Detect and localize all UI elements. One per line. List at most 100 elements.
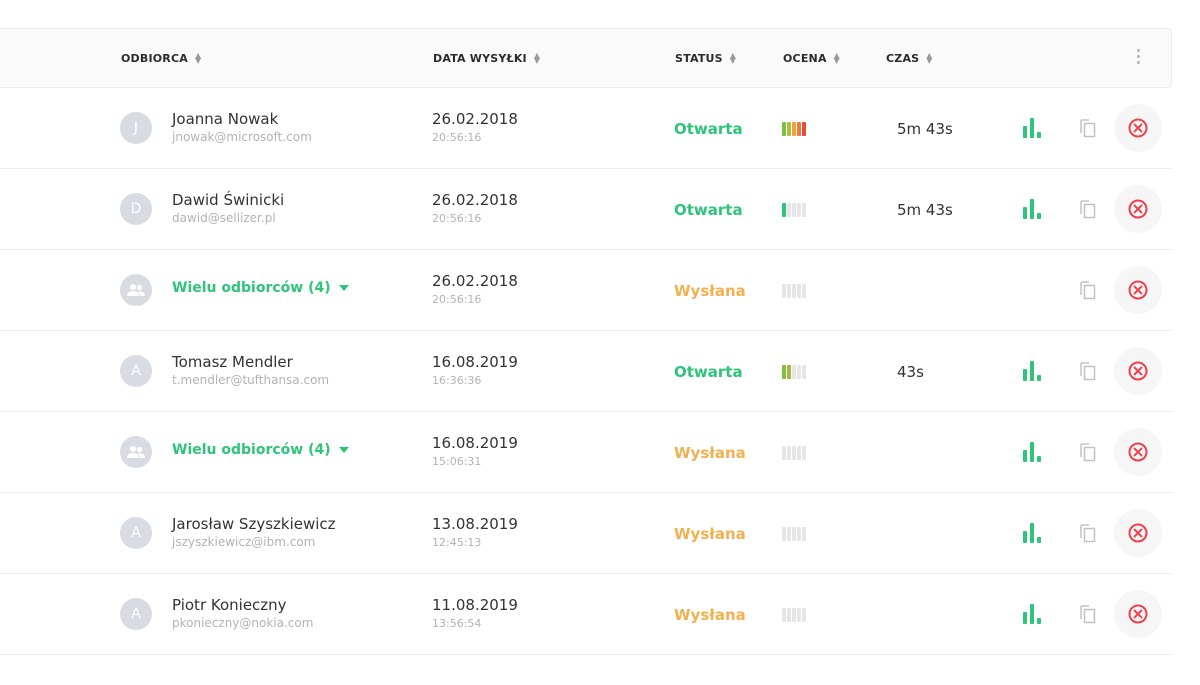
sender-cell: dzka zer.pl [0,515,70,548]
rating-bars [782,608,806,622]
table-row-partial [0,655,1172,685]
sender-email: zer.pl [0,291,70,305]
multiple-recipients-dropdown[interactable]: Wielu odbiorców (4) [172,280,349,296]
chevron-down-icon [338,285,349,291]
send-time: 12:45:13 [432,536,482,549]
rating-bar [792,122,796,136]
rating-bar [787,284,791,298]
table-row[interactable]: nicki zer.pl D Dawid Świnicki dawid@sell… [0,169,1172,250]
send-time: 20:56:16 [432,131,482,144]
bar-chart-icon[interactable] [1023,523,1047,543]
bar-chart-icon[interactable] [1023,442,1047,462]
close-circle-icon [1128,199,1148,219]
column-header-label: STATUS [675,51,723,65]
rating-bar [782,203,786,217]
multiple-recipients-dropdown[interactable]: Wielu odbiorców (4) [172,442,349,458]
avatar: J [120,112,152,144]
delete-button[interactable] [1114,104,1162,152]
table-row[interactable]: nicki zer.pl J Joanna Nowak jnowak@micro… [0,88,1172,169]
recipient-name: Jarosław Szyszkiewicz [172,515,336,533]
group-avatar [120,274,152,306]
send-date-cell: 16.08.2019 16:36:36 [432,353,518,387]
rating-bar [802,608,806,622]
send-time: 20:56:16 [432,212,482,225]
rating-bar [787,203,791,217]
copy-icon[interactable] [1077,522,1099,544]
sender-cell: nicki zer.pl [0,434,70,467]
recipient-name: Piotr Konieczny [172,596,287,614]
delete-button[interactable] [1114,590,1162,638]
send-date-cell: 11.08.2019 13:56:54 [432,596,518,630]
copy-icon[interactable] [1077,279,1099,301]
delete-button[interactable] [1114,266,1162,314]
bar-chart-icon[interactable] [1023,604,1047,624]
avatar: D [120,193,152,225]
recipient-email: jnowak@microsoft.com [172,130,312,144]
send-date-cell: 26.02.2018 20:56:16 [432,110,518,144]
send-date-cell: 26.02.2018 20:56:16 [432,191,518,225]
duration: 5m 43s [897,201,953,219]
column-header-status[interactable]: STATUS ▲ ▼ [675,29,736,87]
send-date: 13.08.2019 [432,515,518,533]
sender-cell: nicki zer.pl [0,110,70,143]
column-header-send-date[interactable]: DATA WYSYŁKI ▲ ▼ [433,29,540,87]
rating-bar [802,122,806,136]
send-date: 11.08.2019 [432,596,518,614]
column-header-time[interactable]: CZAS ▲ ▼ [886,29,933,87]
rating-bar [802,203,806,217]
recipient-name: Joanna Nowak [172,110,279,128]
recipient-email: jszyszkiewicz@ibm.com [172,535,316,549]
rating-bar [782,446,786,460]
bar-chart-icon[interactable] [1023,118,1047,138]
table-row[interactable]: dzka zer.pl A Jarosław Szyszkiewicz jszy… [0,493,1172,574]
multiple-recipients-label: Wielu odbiorców (4) [172,280,331,296]
rating-bars [782,527,806,541]
copy-icon[interactable] [1077,117,1099,139]
table-row[interactable]: dzka zer.pl Wielu odbiorców (4) 26.02.20… [0,250,1172,331]
table-row[interactable]: nicki zer.pl A Tomasz Mendler t.mendler@… [0,331,1172,412]
vertical-dots-icon[interactable] [1137,49,1141,64]
sort-icon: ▲ ▼ [833,51,841,65]
delete-button[interactable] [1114,428,1162,476]
copy-icon[interactable] [1077,198,1099,220]
rating-bars [782,284,806,298]
column-header-rating[interactable]: OCENA ▲ ▼ [783,29,840,87]
table-row[interactable]: nicki zer.pl Wielu odbiorców (4) 16.08.2… [0,412,1172,493]
recipient-cell: Joanna Nowak jnowak@microsoft.com [172,110,312,144]
delete-button[interactable] [1114,185,1162,233]
rating-bar [797,527,801,541]
column-header-recipient[interactable]: ODBIORCA ▲ ▼ [121,29,201,87]
delete-button[interactable] [1114,347,1162,395]
sender-name: nicki [0,110,70,126]
recipient-email: pkonieczny@nokia.com [172,616,314,630]
recipient-email: t.mendler@tufthansa.com [172,373,330,387]
rating-bar [782,365,786,379]
rating-bar [787,608,791,622]
recipient-cell: Dawid Świnicki dawid@sellizer.pl [172,191,284,225]
send-date-cell: 16.08.2019 15:06:31 [432,434,518,468]
copy-icon[interactable] [1077,441,1099,463]
close-circle-icon [1128,604,1148,624]
bar-chart-icon[interactable] [1023,199,1047,219]
status-badge: Wysłana [674,525,746,543]
bar-chart-icon[interactable] [1023,361,1047,381]
rating-bar [797,122,801,136]
group-avatar [120,436,152,468]
copy-icon[interactable] [1077,603,1099,625]
table-row[interactable]: nicki zer.pl A Piotr Konieczny pkonieczn… [0,574,1172,655]
sort-icon: ▲ ▼ [533,51,541,65]
sender-email: zer.pl [0,129,70,143]
sender-email: zer.pl [0,615,70,629]
avatar: A [120,598,152,630]
status-badge: Wysłana [674,606,746,624]
delete-button[interactable] [1114,509,1162,557]
copy-icon[interactable] [1077,360,1099,382]
rating-bar [792,446,796,460]
status-badge: Otwarta [674,363,743,381]
rating-bar [797,446,801,460]
rating-bar [797,284,801,298]
sender-email: zer.pl [0,210,70,224]
sender-email: zer.pl [0,372,70,386]
send-time: 20:56:16 [432,293,482,306]
column-header-label: OCENA [783,51,827,65]
